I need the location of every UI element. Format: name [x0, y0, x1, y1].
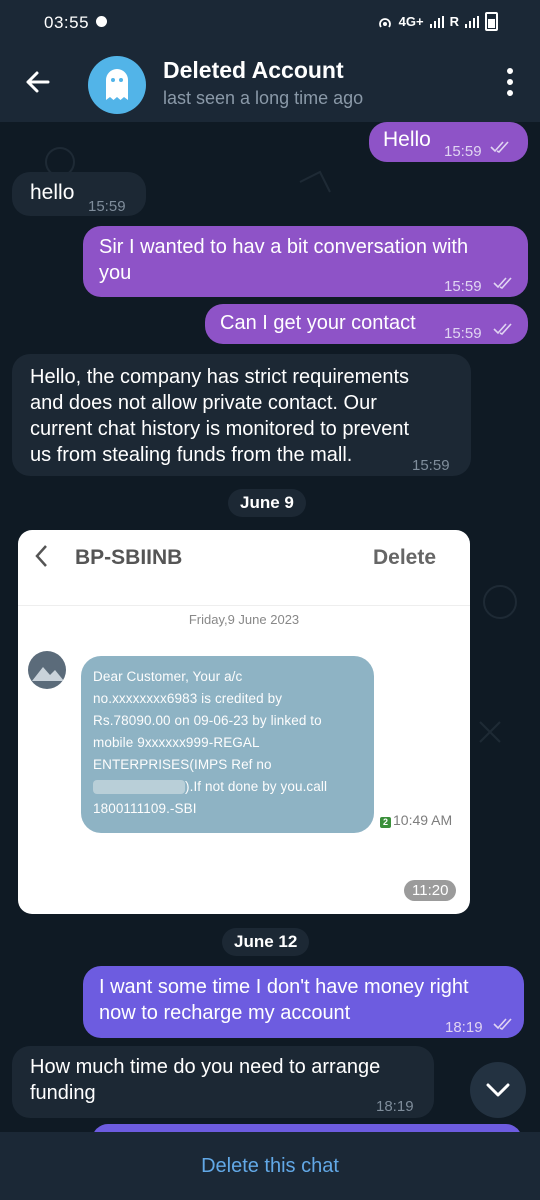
- avatar[interactable]: [88, 56, 146, 114]
- sms-bubble: Dear Customer, Your a/c no.xxxxxxxx6983 …: [81, 656, 374, 833]
- redacted-blur: [93, 780, 185, 795]
- chevron-left-icon: [35, 545, 47, 567]
- double-check-icon: [493, 323, 512, 335]
- signal-icon: [429, 15, 444, 28]
- date-divider: June 12: [222, 928, 310, 956]
- status-icons: 4G+ R: [377, 12, 498, 31]
- more-options-button[interactable]: [502, 68, 518, 98]
- hotspot-icon: [378, 17, 391, 28]
- mountain-icon: [32, 667, 64, 681]
- status-bar: 03:55 4G+ R: [0, 0, 540, 44]
- notification-icon: [96, 16, 107, 27]
- sms-line: no.xxxxxxxx6983 is credited by: [93, 691, 283, 706]
- back-button[interactable]: [20, 64, 60, 100]
- message-time: 15:59: [444, 143, 482, 160]
- chat-header: Deleted Account last seen a long time ag…: [0, 44, 540, 122]
- sms-line-redacted: ).If not done by you.call: [93, 776, 364, 798]
- message-time: 18:19: [445, 1019, 483, 1036]
- sms-line: Dear Customer, Your a/c: [93, 669, 243, 684]
- chevron-down-icon: [486, 1083, 510, 1097]
- sms-line: 1800111109.-SBI: [93, 801, 197, 816]
- date-divider: June 9: [228, 489, 306, 517]
- message-outgoing-partial[interactable]: [92, 1124, 522, 1132]
- ghost-icon: [106, 69, 128, 100]
- message-time: 18:19: [376, 1098, 414, 1115]
- message-outgoing[interactable]: I want some time I don't have money righ…: [83, 966, 524, 1038]
- sms-time: 2 10:49 AM: [380, 812, 452, 828]
- arrow-left-icon: [26, 71, 50, 93]
- signal-icon-2: [465, 15, 479, 28]
- sms-sender-title: BP-SBIINB: [75, 546, 183, 569]
- message-outgoing[interactable]: Can I get your contact 15:59: [205, 304, 528, 344]
- message-text: Hello: [383, 128, 431, 151]
- message-line: us from stealing funds from the mall.: [30, 444, 353, 466]
- network-type: 4G+: [398, 14, 424, 29]
- sms-line: mobile 9xxxxxx999-REGAL: [93, 735, 260, 750]
- chat-area[interactable]: Hello 15:59 hello 15:59 Sir I wanted to …: [0, 122, 540, 1132]
- message-line: Hello, the company has strict requiremen…: [30, 366, 410, 388]
- message-line: I want some time I don't have money righ…: [99, 976, 469, 998]
- message-text: hello: [30, 181, 75, 204]
- message-time: 15:59: [412, 457, 450, 474]
- message-line: funding: [30, 1082, 96, 1104]
- message-incoming[interactable]: hello 15:59: [12, 172, 146, 216]
- sim-badge: 2: [380, 817, 391, 828]
- double-check-icon: [490, 141, 509, 153]
- message-outgoing[interactable]: Hello 15:59: [369, 122, 528, 162]
- message-time: 15:59: [444, 325, 482, 342]
- message-time: 15:59: [444, 278, 482, 295]
- chat-title[interactable]: Deleted Account: [163, 57, 344, 84]
- roaming-label: R: [449, 14, 459, 29]
- status-time: 03:55: [44, 13, 90, 32]
- message-line: and does not allow private contact. Our: [30, 392, 377, 414]
- message-outgoing[interactable]: Sir I wanted to hav a bit conversation w…: [83, 226, 528, 297]
- message-incoming[interactable]: Hello, the company has strict requiremen…: [12, 354, 471, 476]
- bottom-bar: Delete this chat: [0, 1132, 540, 1200]
- photo-message[interactable]: BP-SBIINB Delete Friday,9 June 2023 Dear…: [18, 530, 470, 914]
- scroll-down-button[interactable]: [470, 1062, 526, 1118]
- double-check-icon: [493, 277, 512, 289]
- message-text: Can I get your contact: [220, 312, 416, 334]
- message-incoming[interactable]: How much time do you need to arrange fun…: [12, 1046, 434, 1118]
- sms-line: Rs.78090.00 on 09-06-23 by linked to: [93, 713, 322, 728]
- sms-avatar: [28, 651, 66, 689]
- message-line: current chat history is monitored to pre…: [30, 418, 410, 440]
- battery-icon: [485, 12, 498, 31]
- double-check-icon: [493, 1018, 512, 1030]
- sms-date: Friday,9 June 2023: [188, 612, 300, 627]
- photo-time: 11:20: [404, 880, 457, 901]
- message-time: 15:59: [88, 198, 126, 215]
- last-seen-status: last seen a long time ago: [163, 88, 364, 108]
- sms-delete-label: Delete: [373, 546, 437, 569]
- message-line: How much time do you need to arrange: [30, 1056, 381, 1078]
- sms-line: ENTERPRISES(IMPS Ref no: [93, 757, 272, 772]
- delete-chat-button[interactable]: Delete this chat: [0, 1132, 540, 1200]
- message-text: Sir I wanted to hav a bit conversation w…: [99, 236, 469, 258]
